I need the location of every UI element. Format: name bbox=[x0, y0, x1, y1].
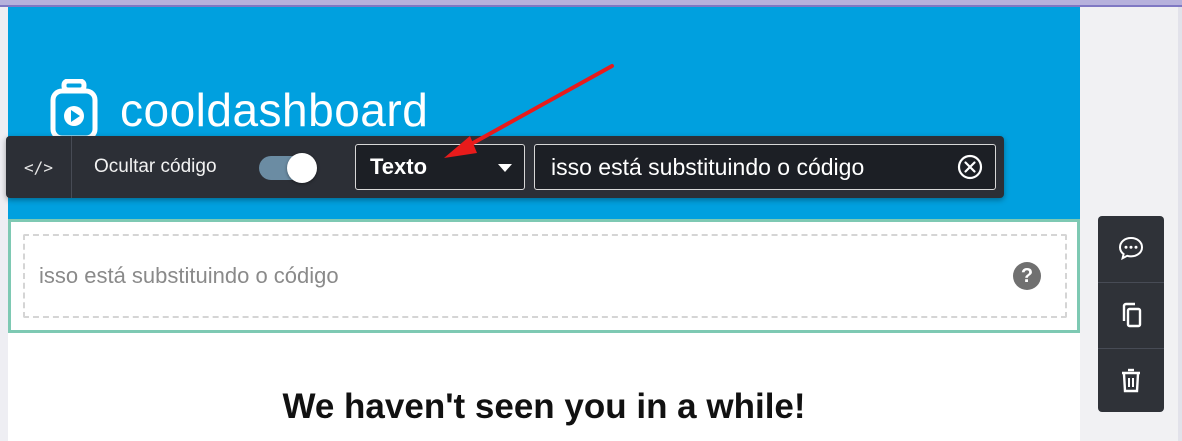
editor-stage: cooldashboard isso está substituindo o c… bbox=[0, 0, 1182, 441]
left-gutter bbox=[0, 7, 8, 441]
clear-icon[interactable] bbox=[957, 154, 983, 180]
brand-name: cooldashboard bbox=[120, 84, 429, 136]
code-view-button[interactable]: </> bbox=[6, 136, 72, 198]
delete-button[interactable] bbox=[1098, 348, 1164, 412]
help-icon[interactable]: ? bbox=[1013, 262, 1041, 290]
text-block-dropzone[interactable]: isso está substituindo o código ? bbox=[23, 234, 1067, 318]
brand-logo: cooldashboard bbox=[50, 79, 428, 141]
cooldashboard-logo-icon bbox=[50, 79, 98, 141]
hide-code-label: Ocultar código bbox=[94, 156, 217, 177]
comment-button[interactable] bbox=[1098, 216, 1164, 280]
comment-icon bbox=[1118, 236, 1144, 261]
block-actions-menu bbox=[1098, 216, 1164, 412]
window-top-border bbox=[0, 0, 1182, 7]
duplicate-icon bbox=[1122, 302, 1142, 327]
text-block-content: isso está substituindo o código bbox=[39, 263, 339, 288]
trash-icon bbox=[1122, 368, 1140, 392]
right-panel-edge bbox=[1178, 7, 1182, 441]
content-type-value: Texto bbox=[370, 154, 428, 179]
content-type-select[interactable]: Texto bbox=[355, 144, 525, 190]
duplicate-button[interactable] bbox=[1098, 282, 1164, 346]
block-toolbar: </> Ocultar código Texto isso está subst… bbox=[6, 136, 1004, 198]
email-canvas: cooldashboard isso está substituindo o c… bbox=[8, 7, 1080, 441]
toggle-knob bbox=[287, 153, 317, 183]
text-block-selected[interactable]: isso está substituindo o código ? bbox=[8, 219, 1080, 333]
code-replacement-input[interactable]: isso está substituindo o código bbox=[534, 144, 996, 190]
hide-code-toggle[interactable] bbox=[259, 153, 317, 183]
code-replacement-value: isso está substituindo o código bbox=[551, 153, 865, 180]
chevron-down-icon bbox=[498, 164, 512, 172]
email-headline: We haven't seen you in a while! bbox=[282, 387, 806, 426]
